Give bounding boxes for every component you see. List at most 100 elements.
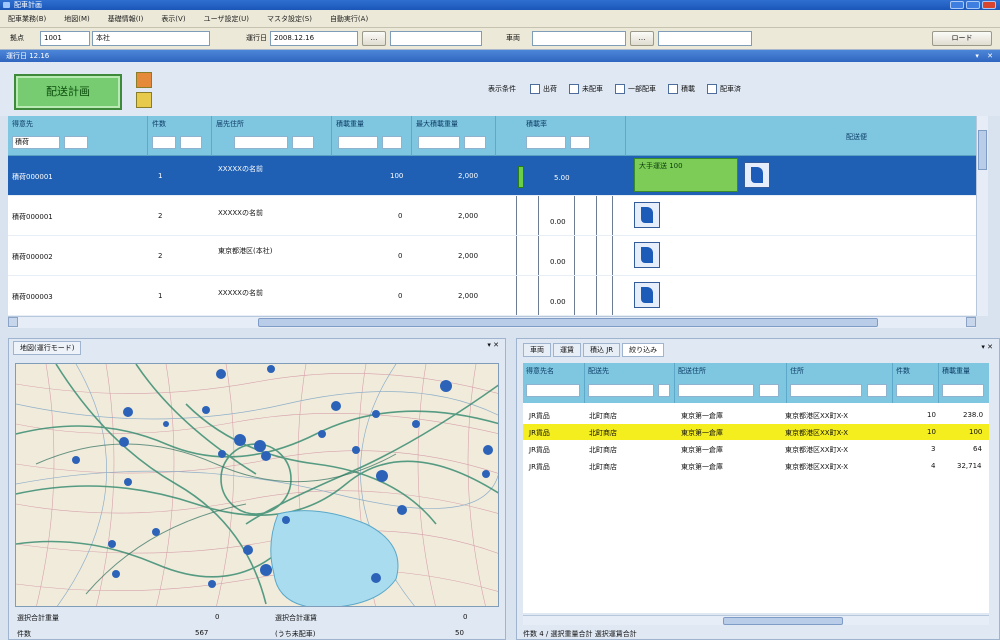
filter-field[interactable] (180, 136, 202, 149)
filter-shipping[interactable]: 出荷 (530, 84, 557, 94)
yellow-square-icon[interactable] (136, 92, 152, 108)
filter-field[interactable] (678, 384, 754, 397)
menu-item[interactable]: 基礎情報(I) (108, 14, 144, 24)
list-item[interactable]: JR貨品 北町商店 東京第一倉庫 東京都港区XX町X-X 4 32,714 (523, 458, 989, 474)
column-list-count[interactable]: 件数 (893, 363, 939, 403)
scroll-thumb[interactable] (978, 130, 987, 170)
filter-field[interactable] (526, 384, 580, 397)
column-label: 得意先名 (526, 367, 554, 375)
checkbox[interactable] (707, 84, 717, 94)
date-extra-field[interactable] (390, 31, 482, 46)
filter-assigned[interactable]: 配車済 (707, 84, 741, 94)
date-picker-button[interactable]: … (362, 31, 386, 46)
base-code-field[interactable]: 1001 (40, 31, 90, 46)
filter-field[interactable] (759, 384, 779, 397)
column-customer[interactable]: 得意先 積荷 (8, 116, 148, 156)
menu-item[interactable]: 地図(M) (64, 14, 90, 24)
column-customer-name[interactable]: 得意先名 (523, 363, 585, 403)
filter-field[interactable] (658, 384, 670, 397)
list-item[interactable]: JR貨品 北町商店 東京第一倉庫 東京都港区XX町X-X 10 100 (523, 424, 989, 440)
tab-filter[interactable]: 絞り込み (622, 343, 665, 357)
checkbox[interactable] (668, 84, 678, 94)
column-address[interactable]: 住所 (787, 363, 893, 403)
table-row[interactable]: 積荷000001 2 XXXXXの名前 0 2,000 0.00 (8, 196, 976, 236)
filter-field[interactable] (234, 136, 288, 149)
table-row[interactable]: 積荷000001 1 XXXXXの名前 100 2,000 5.00 大手運送 … (8, 156, 976, 196)
menu-item[interactable]: 表示(V) (161, 14, 185, 24)
scroll-right-icon[interactable] (966, 317, 976, 327)
maximize-icon[interactable] (966, 1, 980, 9)
filter-loaded[interactable]: 積載 (668, 84, 695, 94)
pane-controls-icon[interactable]: ▾ ✕ (981, 343, 993, 351)
vehicle-picker-button[interactable]: … (630, 31, 654, 46)
filter-partial[interactable]: 一部配車 (615, 84, 656, 94)
date-field[interactable]: 2008.12.16 (270, 31, 358, 46)
cell-load-rate: 5.00 (554, 174, 570, 182)
filter-field[interactable] (588, 384, 654, 397)
filter-field[interactable] (867, 384, 887, 397)
vehicle-icon[interactable] (744, 162, 770, 188)
column-list-weight[interactable]: 積載重量 (939, 363, 989, 403)
column-address[interactable]: 届先住所 (212, 116, 332, 156)
pane-controls-icon[interactable]: ▾ ✕ (487, 341, 499, 349)
column-destination[interactable]: 配送先 (585, 363, 675, 403)
table-row[interactable]: 積荷000002 2 東京都港区(本社) 0 2,000 0.00 (8, 236, 976, 276)
scroll-thumb[interactable] (723, 617, 843, 625)
orange-square-icon[interactable] (136, 72, 152, 88)
column-weight[interactable]: 積載重量 (332, 116, 412, 156)
checkbox[interactable] (615, 84, 625, 94)
filter-field[interactable] (152, 136, 176, 149)
filter-field[interactable] (526, 136, 566, 149)
tab-fare[interactable]: 運賃 (553, 343, 581, 357)
column-assigned-vehicle[interactable]: 配送便 (626, 116, 976, 156)
list-item[interactable]: JR貨品 北町商店 東京第一倉庫 東京都港区XX町X-X 10 238.0 (523, 407, 989, 423)
scroll-thumb[interactable] (258, 318, 878, 327)
checkbox[interactable] (569, 84, 579, 94)
delivery-plan-button[interactable]: 配送計画 (14, 74, 122, 110)
route-map[interactable] (15, 363, 499, 607)
vehicle-field[interactable] (532, 31, 626, 46)
vehicle-icon[interactable] (634, 242, 660, 268)
checkbox[interactable] (530, 84, 540, 94)
pane-controls-icon[interactable]: ▾ ✕ (975, 50, 996, 62)
filter-field[interactable] (292, 136, 314, 149)
cell-customer: 積荷000002 (12, 253, 53, 261)
vehicle-icon[interactable] (634, 282, 660, 308)
column-max-weight[interactable]: 最大積載重量 (412, 116, 496, 156)
cell: 3 (931, 445, 936, 453)
assigned-vehicle-cell[interactable]: 大手運送 100 (634, 158, 738, 192)
list-item[interactable]: JR貨品 北町商店 東京第一倉庫 東京都港区XX町X-X 3 64 (523, 441, 989, 457)
filter-field[interactable] (338, 136, 378, 149)
filter-field[interactable]: 積荷 (12, 136, 60, 149)
base-name-field[interactable]: 本社 (92, 31, 210, 46)
column-load-rate[interactable]: 積載率 (496, 116, 626, 156)
filter-field[interactable] (464, 136, 486, 149)
filter-field[interactable] (382, 136, 402, 149)
tab-load-jr[interactable]: 積込 JR (583, 343, 621, 357)
menu-item[interactable]: マスタ設定(S) (267, 14, 312, 24)
filter-button[interactable] (64, 136, 88, 149)
grid-vertical-scrollbar[interactable] (976, 116, 988, 316)
filter-unassigned[interactable]: 未配車 (569, 84, 603, 94)
vehicle-extra-field[interactable] (658, 31, 752, 46)
filter-field[interactable] (942, 384, 984, 397)
list-horizontal-scrollbar[interactable] (523, 615, 989, 625)
cell-weight: 0 (398, 292, 403, 300)
filter-field[interactable] (896, 384, 934, 397)
tab-vehicle[interactable]: 車両 (523, 343, 551, 357)
filter-field[interactable] (790, 384, 862, 397)
grid-horizontal-scrollbar[interactable] (8, 316, 976, 328)
column-dest-address[interactable]: 配送住所 (675, 363, 787, 403)
scroll-left-icon[interactable] (8, 317, 18, 327)
load-button[interactable]: ロード (932, 31, 992, 46)
menu-item[interactable]: ユーザ設定(U) (204, 14, 249, 24)
filter-field[interactable] (570, 136, 590, 149)
column-count[interactable]: 件数 (148, 116, 212, 156)
close-icon[interactable] (982, 1, 996, 9)
menu-item[interactable]: 自動実行(A) (330, 14, 368, 24)
minimize-icon[interactable] (950, 1, 964, 9)
vehicle-icon[interactable] (634, 202, 660, 228)
menu-item[interactable]: 配車業務(B) (8, 14, 46, 24)
table-row[interactable]: 積荷000003 1 XXXXXの名前 0 2,000 0.00 (8, 276, 976, 316)
filter-field[interactable] (418, 136, 460, 149)
